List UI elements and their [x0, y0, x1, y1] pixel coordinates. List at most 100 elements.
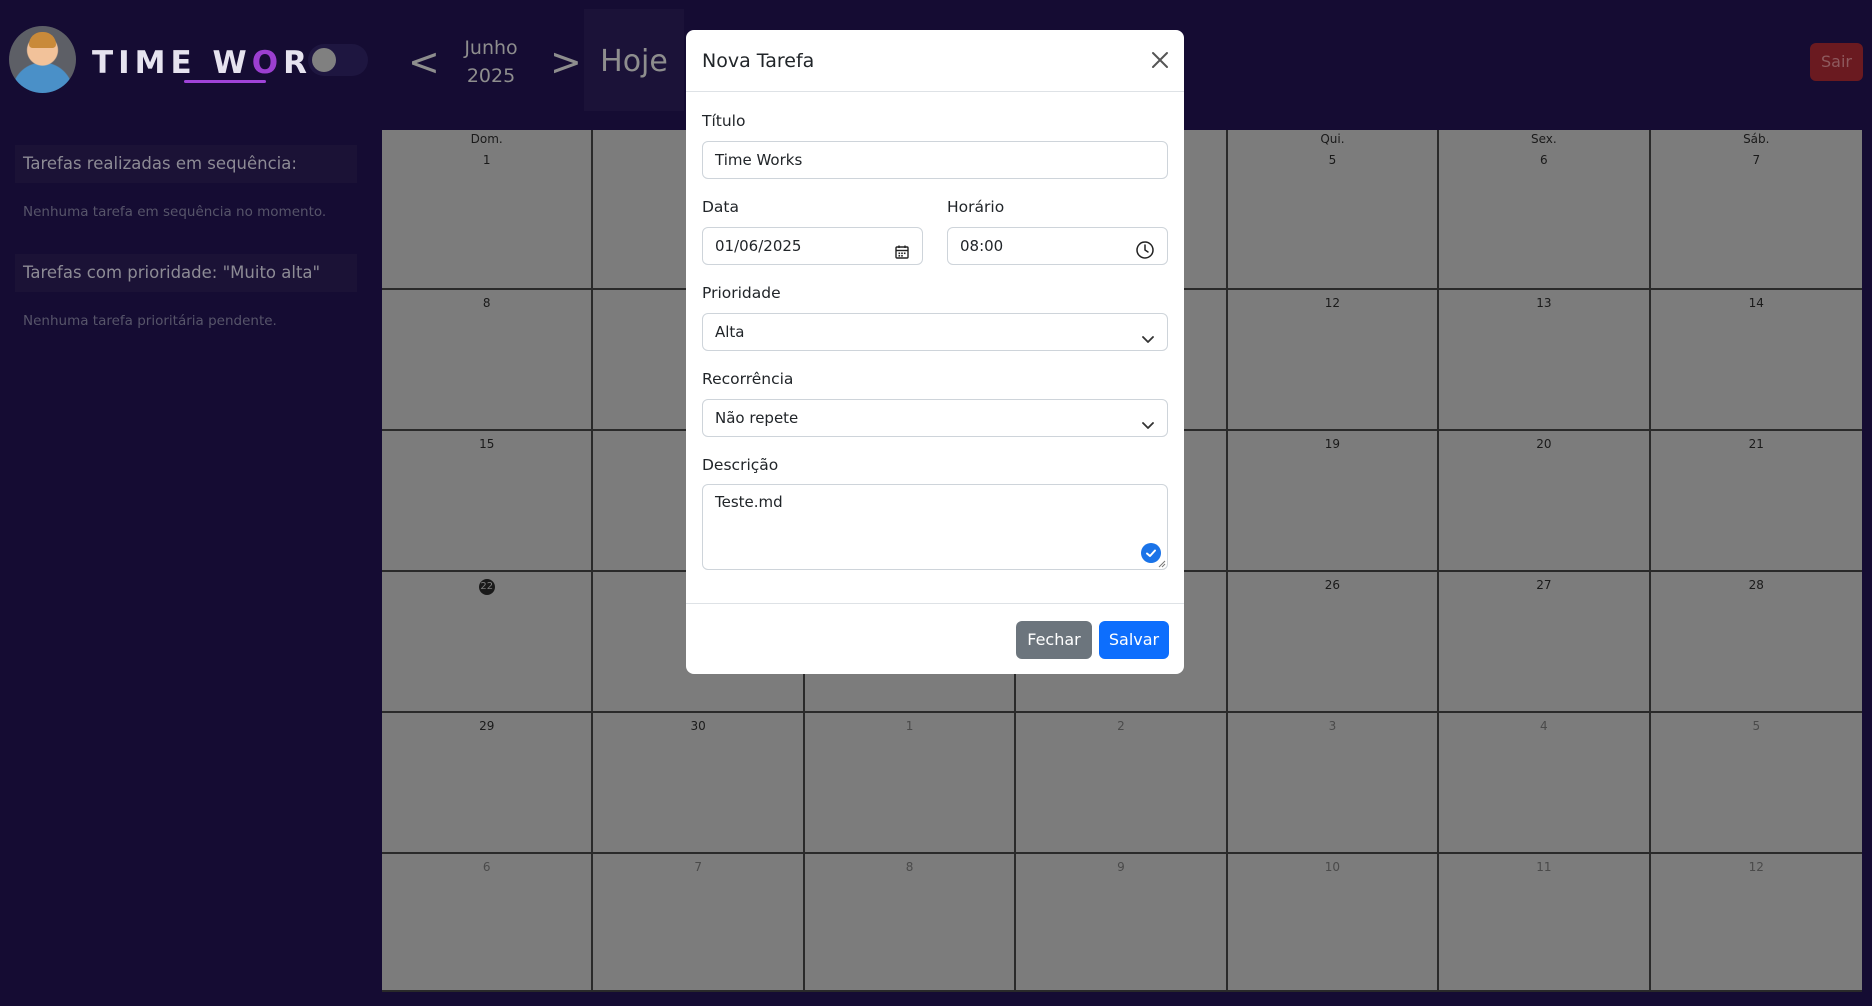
- day-number: 7: [694, 860, 702, 874]
- calendar-day-cell[interactable]: 20: [1439, 431, 1651, 572]
- modal-footer: Fechar Salvar: [686, 603, 1184, 674]
- calendar-day-cell[interactable]: 3: [1227, 713, 1440, 854]
- weekday-label: Qui.: [1320, 132, 1345, 146]
- description-label: Descrição: [702, 456, 779, 474]
- chevron-down-icon: [1141, 409, 1155, 445]
- description-textarea[interactable]: Teste.md: [702, 484, 1168, 570]
- new-task-modal: Nova Tarefa Título Time Works Data 01/06…: [686, 30, 1184, 674]
- title-input-value: Time Works: [715, 151, 803, 169]
- calendar-day-cell[interactable]: 1: [804, 713, 1017, 854]
- priority-select[interactable]: Alta: [702, 313, 1168, 351]
- day-number: 21: [1748, 437, 1764, 451]
- calendar-day-cell[interactable]: 9: [1016, 854, 1228, 992]
- day-number: 26: [1324, 578, 1341, 592]
- calendar-day-cell[interactable]: 4: [1439, 713, 1651, 854]
- priority-select-value: Alta: [715, 323, 745, 341]
- calendar-day-cell[interactable]: 15: [382, 431, 594, 572]
- calendar-day-cell[interactable]: 10: [1227, 854, 1440, 992]
- day-number: 3: [1328, 719, 1337, 733]
- calendar-day-cell[interactable]: Sex. 6: [1439, 130, 1651, 290]
- chevron-down-icon: [1141, 323, 1155, 359]
- time-input[interactable]: 08:00: [947, 227, 1168, 265]
- recurrence-select-value: Não repete: [715, 409, 799, 427]
- time-input-value: 08:00: [960, 237, 1004, 255]
- calendar-day-cell[interactable]: 5: [1650, 713, 1862, 854]
- day-number: 27: [1536, 578, 1552, 592]
- calendar-day-cell[interactable]: 21: [1650, 431, 1862, 572]
- day-number: 2: [1117, 719, 1125, 733]
- time-label: Horário: [947, 198, 1005, 216]
- next-month-button[interactable]: >: [550, 40, 582, 84]
- calendar-icon[interactable]: [894, 237, 910, 273]
- weekday-label: Dom.: [470, 132, 503, 146]
- logo-text-part: TIME W: [92, 45, 252, 81]
- day-number: 20: [1536, 437, 1552, 451]
- clock-icon[interactable]: [1135, 237, 1155, 273]
- calendar-day-cell[interactable]: 26: [1227, 572, 1440, 713]
- day-number: 5: [1328, 153, 1337, 167]
- prev-month-button[interactable]: <: [408, 40, 440, 84]
- calendar-day-cell[interactable]: 2: [1016, 713, 1228, 854]
- day-number: 28: [1748, 578, 1764, 592]
- date-label: Data: [702, 198, 740, 216]
- weekday-label: Sáb.: [1743, 132, 1770, 146]
- calendar-day-cell[interactable]: 12: [1650, 854, 1862, 992]
- modal-header: Nova Tarefa: [686, 30, 1184, 92]
- year-label: 2025: [466, 65, 516, 87]
- calendar-day-cell[interactable]: 29: [382, 713, 594, 854]
- today-button[interactable]: Hoje: [584, 9, 684, 111]
- day-number: 9: [1117, 860, 1125, 874]
- calendar-day-cell[interactable]: 8: [382, 290, 594, 431]
- streak-empty-text: Nenhuma tarefa em sequência no momento.: [23, 204, 327, 220]
- day-number: 15: [479, 437, 495, 451]
- today-marker: 22: [478, 579, 495, 595]
- logout-button[interactable]: Sair: [1810, 43, 1863, 81]
- sidebar: Tarefas realizadas em sequência: Nenhuma…: [0, 118, 370, 998]
- day-number: 11: [1536, 860, 1552, 874]
- recurrence-select[interactable]: Não repete: [702, 399, 1168, 437]
- close-icon[interactable]: [1148, 48, 1172, 72]
- day-number: 4: [1540, 719, 1548, 733]
- description-value: Teste.md: [715, 493, 783, 511]
- day-number: 8: [482, 296, 491, 310]
- day-number: 7: [1752, 153, 1761, 167]
- theme-toggle[interactable]: [308, 44, 368, 76]
- save-button[interactable]: Salvar: [1099, 621, 1169, 659]
- day-number: 12: [1748, 860, 1764, 874]
- date-input[interactable]: 01/06/2025: [702, 227, 923, 265]
- calendar-day-cell[interactable]: 8: [804, 854, 1017, 992]
- day-number: 30: [690, 719, 706, 733]
- calendar-day-cell[interactable]: 27: [1439, 572, 1651, 713]
- calendar-day-cell[interactable]: 7: [593, 854, 805, 992]
- month-name: Junho: [464, 37, 518, 59]
- bottom-bar: [0, 998, 1872, 1006]
- calendar-day-cell[interactable]: 11: [1439, 854, 1651, 992]
- calendar-day-cell[interactable]: 6: [382, 854, 594, 992]
- priority-label: Prioridade: [702, 284, 781, 302]
- recurrence-label: Recorrência: [702, 370, 794, 388]
- calendar-day-cell[interactable]: Dom. 1: [382, 130, 594, 290]
- calendar-day-cell[interactable]: Sáb. 7: [1650, 130, 1862, 290]
- calendar-day-cell[interactable]: Qui. 5: [1227, 130, 1440, 290]
- calendar-day-cell[interactable]: 19: [1227, 431, 1440, 572]
- logo-underline: [184, 80, 266, 83]
- calendar-day-cell[interactable]: 30: [593, 713, 805, 854]
- calendar-day-cell[interactable]: 28: [1650, 572, 1862, 713]
- day-number: 1: [482, 153, 491, 167]
- resize-grip-icon[interactable]: [1158, 560, 1166, 568]
- calendar-day-cell[interactable]: 22: [382, 572, 594, 713]
- day-number: 22: [382, 578, 591, 595]
- close-button[interactable]: Fechar: [1016, 621, 1092, 659]
- day-number: 13: [1536, 296, 1552, 310]
- calendar-day-cell[interactable]: 12: [1227, 290, 1440, 431]
- streak-title: Tarefas realizadas em sequência:: [15, 145, 357, 183]
- title-input[interactable]: Time Works: [702, 141, 1168, 179]
- day-number: 12: [1324, 296, 1341, 310]
- day-number: 1: [905, 719, 914, 733]
- user-avatar[interactable]: [9, 26, 76, 93]
- day-number: 5: [1752, 719, 1761, 733]
- calendar-day-cell[interactable]: 14: [1650, 290, 1862, 431]
- calendar-day-cell[interactable]: 13: [1439, 290, 1651, 431]
- date-input-value: 01/06/2025: [715, 237, 802, 255]
- day-number: 6: [1540, 153, 1548, 167]
